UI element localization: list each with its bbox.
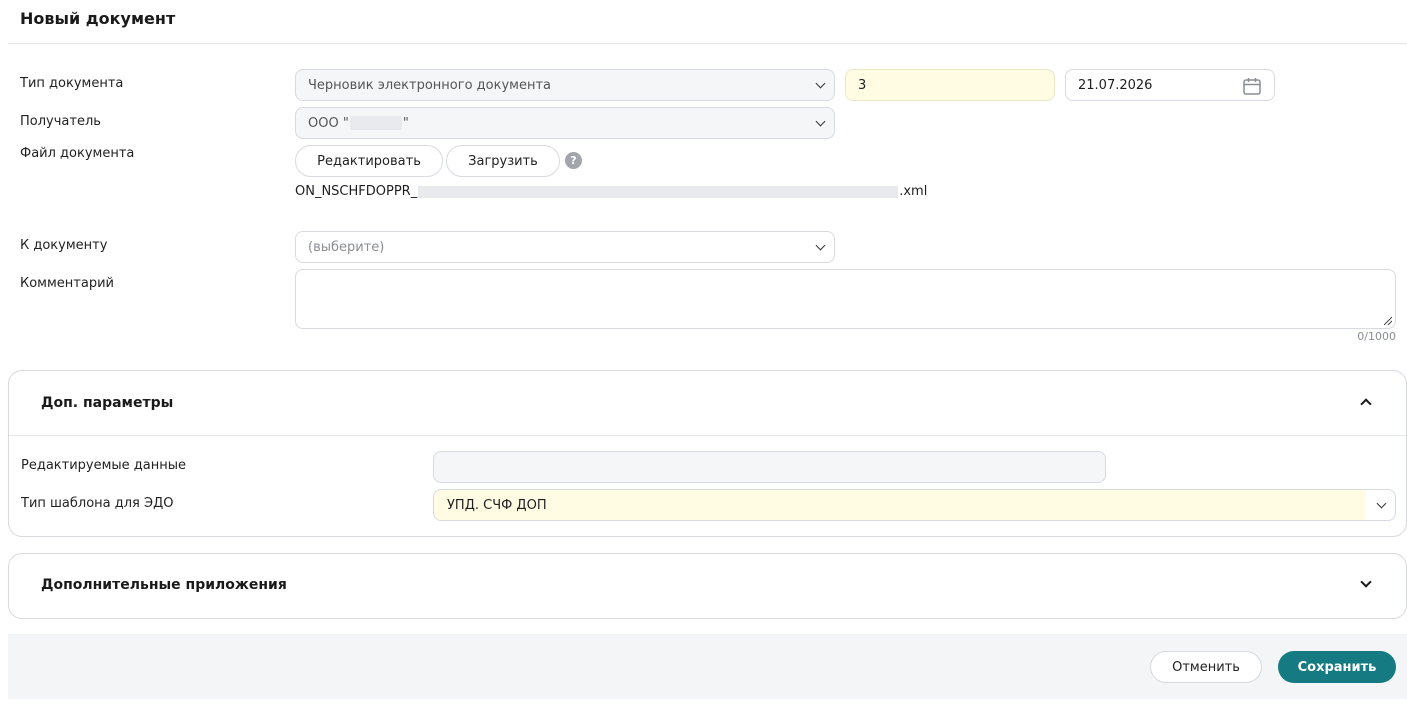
recipient-value-suffix: " — [402, 115, 409, 131]
upload-button[interactable]: Загрузить — [446, 145, 560, 177]
document-filename: ON_NSCHFDOPPR_ .xml — [295, 184, 927, 199]
title-divider — [8, 43, 1407, 44]
extra-params-title[interactable]: Доп. параметры — [41, 395, 173, 411]
save-button[interactable]: Сохранить — [1278, 651, 1396, 683]
attachments-title[interactable]: Дополнительные приложения — [41, 577, 287, 593]
filename-prefix: ON_NSCHFDOPPR_ — [295, 184, 418, 199]
card-divider — [9, 435, 1406, 436]
chevron-down-icon — [815, 116, 826, 127]
template-type-select[interactable]: УПД. СЧФ ДОП — [433, 489, 1396, 521]
to-document-select[interactable]: (выберите) — [295, 231, 835, 263]
doc-date-value: 21.07.2026 — [1078, 77, 1153, 93]
recipient-value-prefix: ООО " — [308, 115, 349, 131]
comment-counter: 0/1000 — [1357, 330, 1396, 343]
cancel-button[interactable]: Отменить — [1150, 651, 1262, 683]
template-type-value: УПД. СЧФ ДОП — [447, 497, 547, 513]
edit-button[interactable]: Редактировать — [295, 145, 443, 177]
recipient-label: Получатель — [20, 114, 101, 129]
chevron-down-icon — [1376, 498, 1387, 509]
comment-textarea[interactable] — [295, 269, 1396, 329]
calendar-icon[interactable] — [1242, 76, 1262, 96]
redacted-block — [349, 116, 402, 130]
doc-number-value: 3 — [858, 77, 867, 93]
to-document-label: К документу — [20, 238, 108, 253]
filename-suffix: .xml — [899, 184, 928, 199]
redacted-block — [418, 185, 899, 198]
doc-type-label: Тип документа — [20, 76, 124, 91]
recipient-select[interactable]: ООО " " — [295, 107, 835, 139]
doc-type-value: Черновик электронного документа — [308, 77, 551, 93]
help-icon[interactable]: ? — [565, 152, 582, 169]
editable-data-input[interactable] — [433, 451, 1106, 483]
resize-handle-icon[interactable] — [1384, 317, 1392, 325]
comment-label: Комментарий — [20, 276, 114, 291]
to-document-placeholder: (выберите) — [308, 239, 385, 255]
doc-date-input[interactable]: 21.07.2026 — [1065, 69, 1275, 101]
chevron-down-icon[interactable] — [1360, 576, 1372, 588]
doc-file-label: Файл документа — [20, 146, 135, 161]
editable-data-label: Редактируемые данные — [21, 458, 187, 473]
doc-type-select[interactable]: Черновик электронного документа — [295, 69, 835, 101]
template-type-value-box: УПД. СЧФ ДОП — [434, 490, 1366, 520]
chevron-up-icon[interactable] — [1360, 398, 1372, 410]
attachments-card[interactable]: Дополнительные приложения — [8, 553, 1407, 619]
page-title: Новый документ — [20, 9, 176, 28]
chevron-down-icon — [815, 78, 826, 89]
template-type-label: Тип шаблона для ЭДО — [21, 496, 174, 511]
doc-number-input[interactable]: 3 — [845, 69, 1055, 101]
chevron-down-icon — [815, 240, 826, 251]
